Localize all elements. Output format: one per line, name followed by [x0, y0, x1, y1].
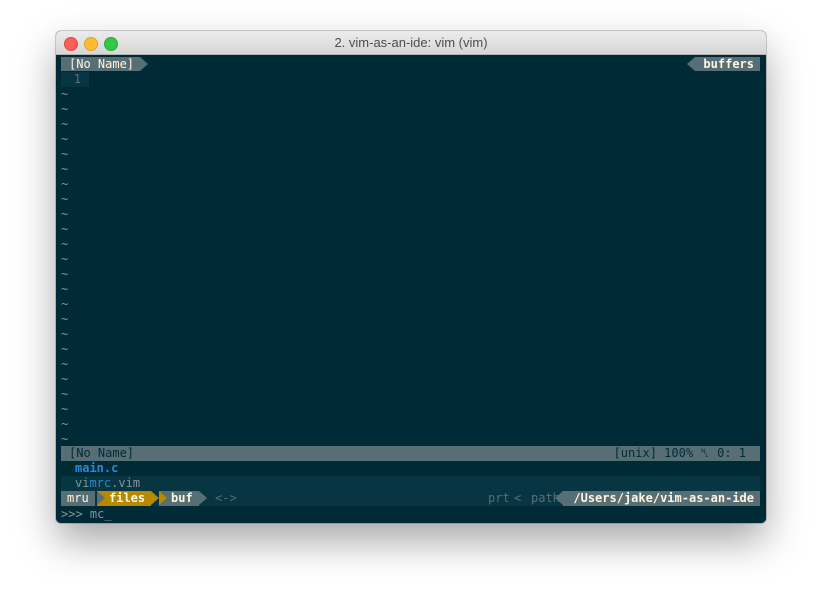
tilde-line: ~ — [61, 87, 69, 101]
tilde-line: ~ — [61, 132, 69, 146]
tilde-line: ~ — [61, 417, 69, 431]
vim-terminal[interactable]: [No Name] buffers 1 ~ ~ ~ ~ ~ ~ ~ ~ ~ ~ ~ ~ ~ ~ ~ ~ ~ ~ ~ ~… — [56, 55, 766, 523]
title-bar[interactable]: 2. vim-as-an-ide: vim (vim) — [56, 31, 766, 55]
buffers-label: buffers — [687, 57, 760, 71]
mode-switch-arrows: <-> — [215, 491, 237, 505]
terminal-window[interactable]: 2. vim-as-an-ide: vim (vim) [No Name] bu… — [56, 31, 766, 523]
tilde-line: ~ — [61, 147, 69, 161]
ctrlp-result-main-c[interactable]: main.c — [61, 461, 760, 476]
status-line: [No Name] [unix] 100% ␤ 0: 1 — [61, 446, 760, 461]
tilde-line: ~ — [61, 192, 69, 206]
tilde-line: ~ — [61, 282, 69, 296]
tilde-line: ~ — [61, 297, 69, 311]
tabline: [No Name] buffers — [56, 57, 766, 71]
tilde-line: ~ — [61, 207, 69, 221]
status-position: [unix] 100% ␤ 0: 1 — [613, 446, 746, 460]
mode-buf[interactable]: buf — [159, 491, 207, 506]
mode-files[interactable]: files — [97, 491, 160, 506]
tilde-line: ~ — [61, 432, 69, 446]
tilde-line: ~ — [61, 402, 69, 416]
status-filename: [No Name] — [69, 446, 135, 460]
window-title: 2. vim-as-an-ide: vim (vim) — [334, 35, 488, 50]
tilde-line: ~ — [61, 267, 69, 281]
tilde-line: ~ — [61, 117, 69, 131]
cursor: _ — [104, 507, 112, 521]
tilde-line: ~ — [61, 372, 69, 386]
ctrlp-status-bar: mru files buf <-> prt < path /Users/jake… — [61, 491, 760, 506]
tilde-line: ~ — [61, 327, 69, 341]
line-number: 1 — [61, 72, 89, 87]
ctrlp-prompt[interactable]: >>> mc_ — [61, 507, 112, 522]
tilde-line: ~ — [61, 177, 69, 191]
tilde-line: ~ — [61, 387, 69, 401]
tilde-line: ~ — [61, 252, 69, 266]
tilde-line: ~ — [61, 312, 69, 326]
tilde-line: ~ — [61, 342, 69, 356]
tilde-line: ~ — [61, 162, 69, 176]
tab-no-name[interactable]: [No Name] — [61, 57, 149, 71]
tilde-line: ~ — [61, 102, 69, 116]
prompt-input[interactable]: >>> mc — [61, 507, 104, 521]
separator-icon: < — [514, 491, 522, 505]
mode-mru[interactable]: mru — [61, 491, 95, 506]
working-directory: /Users/jake/vim-as-an-ide — [555, 491, 760, 506]
tilde-line: ~ — [61, 237, 69, 251]
tilde-line: ~ — [61, 222, 69, 236]
prt-label: prt — [488, 491, 510, 505]
tilde-line: ~ — [61, 357, 69, 371]
ctrlp-result-vimrc[interactable]: vimrc.vim — [61, 476, 760, 491]
